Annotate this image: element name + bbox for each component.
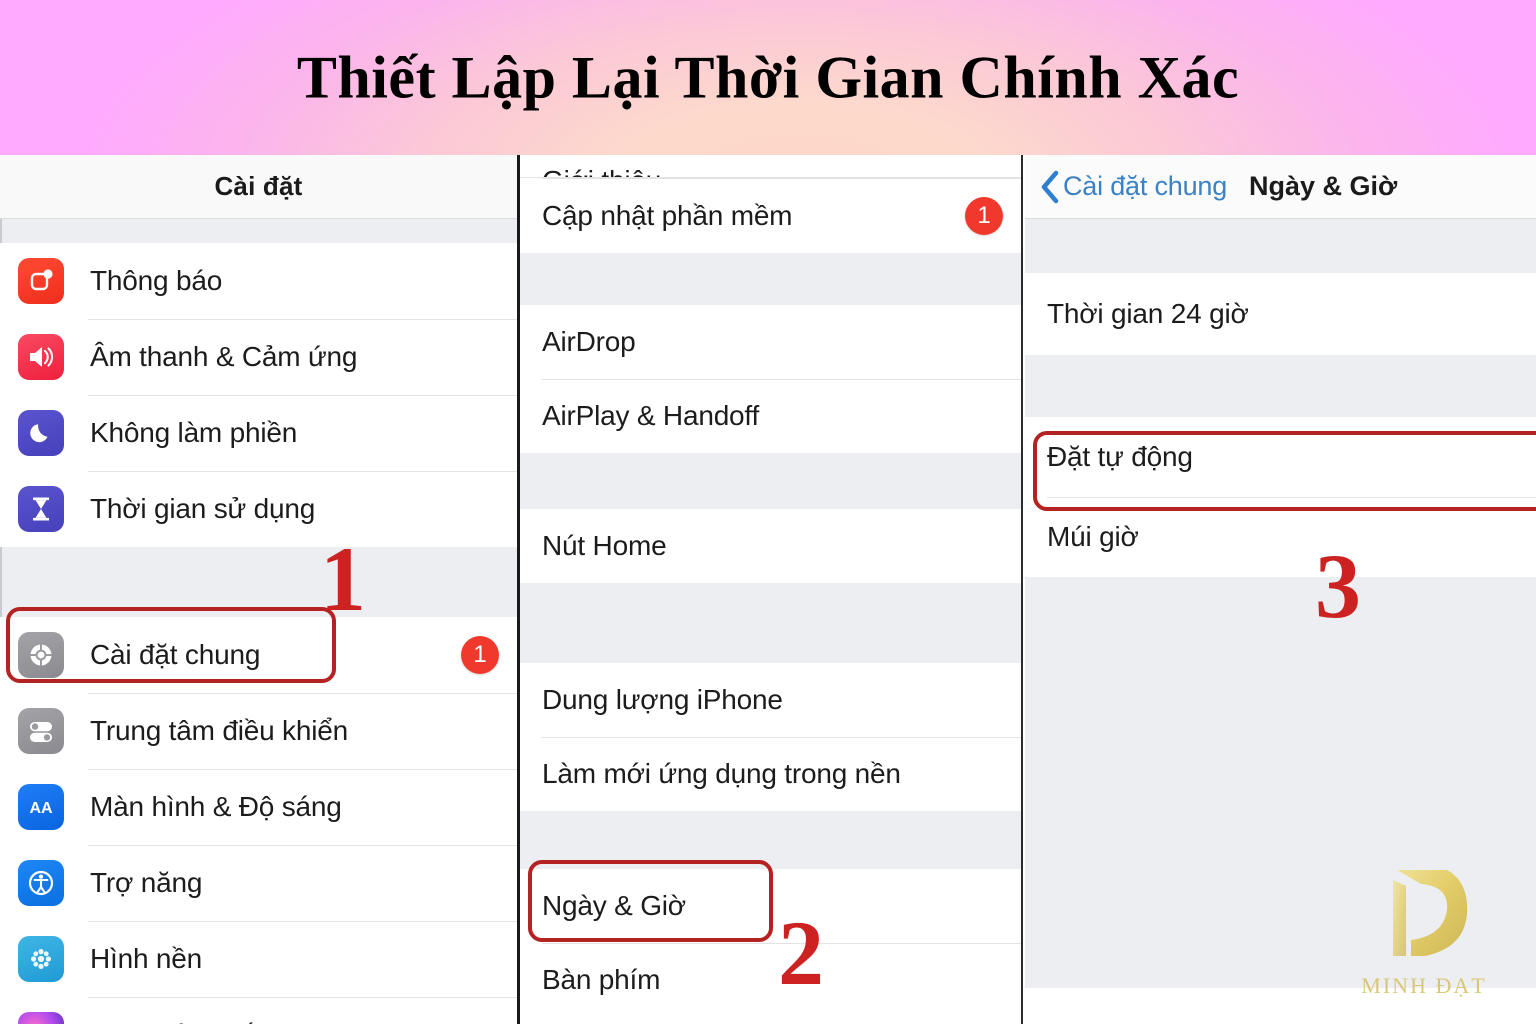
sidebar-item-do-not-disturb[interactable]: Không làm phiền [0,395,517,471]
date-time-navbar: Cài đặt chung Ngày & Giờ [1025,155,1536,219]
list-item-date-time[interactable]: Ngày & Giờ [520,869,1021,943]
section-gap [0,547,517,617]
sound-icon [18,334,64,380]
gear-icon [18,632,64,678]
list-item-label: AirPlay & Handoff [542,400,760,431]
section-gap [520,583,1021,663]
watermark-brand: MINH ĐẠT [1361,973,1487,998]
sidebar-item-label: Siri & Tìm kiếm [90,1019,276,1024]
wallpaper-icon [18,936,64,982]
moon-glyph [30,424,48,443]
list-item-label: Thời gian 24 giờ [1047,298,1249,329]
sidebar-item-wallpaper[interactable]: Hình nền [0,921,517,997]
accessibility-glyph [28,870,54,896]
screenshot-panels: Cài đặt Thông báo Âm thanh & Cảm ứng Khô… [0,155,1536,1024]
section-gap [1025,219,1536,273]
sidebar-item-notifications[interactable]: Thông báo [0,243,517,319]
back-button-label[interactable]: Cài đặt chung [1063,171,1227,202]
sidebar-item-label: Trung tâm điều khiển [90,715,348,746]
list-item-keyboard[interactable]: Bàn phím [520,943,1021,1017]
list-item-background-app-refresh[interactable]: Làm mới ứng dụng trong nền [520,737,1021,811]
section-gap [1025,355,1536,417]
panel-settings-root: Cài đặt Thông báo Âm thanh & Cảm ứng Khô… [0,155,517,1024]
sidebar-item-label: Trợ năng [90,867,203,898]
settings-navbar: Cài đặt [0,155,517,219]
list-item-24-hour-time[interactable]: Thời gian 24 giờ [1025,273,1536,355]
gear-glyph [30,644,52,666]
section-gap [520,453,1021,509]
sidebar-item-label: Thời gian sử dụng [90,493,316,524]
section-gap [0,219,517,243]
list-item-time-zone[interactable]: Múi giờ [1025,497,1536,577]
hourglass-icon [18,486,64,532]
list-item-label: Đặt tự động [1047,441,1193,472]
sidebar-item-label: Âm thanh & Cảm ứng [90,341,358,372]
step-number-1: 1 [320,528,366,630]
siri-icon [18,1012,64,1024]
minh-dat-mark-icon [1393,870,1468,956]
panel-general-settings: Giới thiệu Cập nhật phần mềm 1 AirDrop A… [517,155,1023,1024]
speaker-glyph [30,347,54,367]
list-item-label: Cập nhật phần mềm [542,199,793,231]
sidebar-item-label: Màn hình & Độ sáng [90,791,342,822]
list-item-label: Nút Home [542,530,667,561]
flower-glyph [31,949,51,969]
date-time-title: Ngày & Giờ [1249,171,1398,201]
aa-glyph: AA [29,800,53,817]
list-item-label: Ngày & Giờ [542,890,686,921]
list-item-label: Làm mới ứng dụng trong nền [542,758,901,789]
section-gap [520,811,1021,869]
sidebar-item-screen-time[interactable]: Thời gian sử dụng [0,471,517,547]
list-item-label: AirDrop [542,326,636,357]
panel-date-time: Cài đặt chung Ngày & Giờ Thời gian 24 gi… [1025,155,1536,1024]
header-banner: Thiết Lập Lại Thời Gian Chính Xác [0,0,1536,155]
accessibility-icon [18,860,64,906]
list-item-iphone-storage[interactable]: Dung lượng iPhone [520,663,1021,737]
toggles-glyph [30,722,52,742]
step-number-2: 2 [778,902,824,1004]
list-item-airdrop[interactable]: AirDrop [520,305,1021,379]
sidebar-item-siri-search[interactable]: Siri & Tìm kiếm [0,997,517,1024]
section-gap [520,253,1021,305]
sidebar-item-label: Cài đặt chung [90,639,261,670]
sidebar-item-label: Thông báo [90,265,223,296]
watermark-logo: MINH ĐẠT [1334,856,1514,1006]
sidebar-item-label: Không làm phiền [90,417,298,448]
chevron-left-glyph [1041,170,1059,203]
list-item-label: Bàn phím [542,964,661,995]
list-item-home-button[interactable]: Nút Home [520,509,1021,583]
sidebar-item-accessibility[interactable]: Trợ năng [0,845,517,921]
list-item-set-automatically[interactable]: Đặt tự động [1025,417,1536,497]
toggles-icon [18,708,64,754]
sidebar-item-display-brightness[interactable]: AA Màn hình & Độ sáng [0,769,517,845]
chevron-left-icon[interactable] [1039,170,1061,204]
sidebar-item-control-center[interactable]: Trung tâm điều khiển [0,693,517,769]
svg-text:AA: AA [29,800,53,817]
sidebar-item-general[interactable]: Cài đặt chung 1 [0,617,517,693]
list-item-software-update[interactable]: Cập nhật phần mềm 1 [520,177,1021,253]
moon-icon [18,410,64,456]
sidebar-item-sounds[interactable]: Âm thanh & Cảm ứng [0,319,517,395]
list-item-label: Giới thiệu [542,165,661,177]
step-number-3: 3 [1315,535,1361,637]
settings-title: Cài đặt [214,171,303,201]
status-badge: 1 [461,636,499,674]
hourglass-glyph [33,497,49,521]
notification-glyph [30,269,53,291]
list-item-label: Dung lượng iPhone [542,684,783,715]
list-item-about[interactable]: Giới thiệu [520,155,1021,177]
page-title: Thiết Lập Lại Thời Gian Chính Xác [296,44,1240,110]
list-item-label: Múi giờ [1047,521,1139,552]
notification-icon [18,258,64,304]
sidebar-item-label: Hình nền [90,943,203,974]
text-size-icon: AA [18,784,64,830]
status-badge: 1 [965,196,1003,235]
list-item-airplay-handoff[interactable]: AirPlay & Handoff [520,379,1021,453]
